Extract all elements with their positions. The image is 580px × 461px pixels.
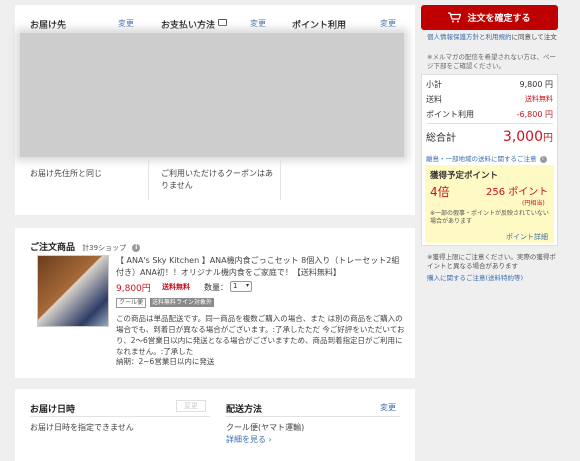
delivery-note: お届け先住所と同じ	[30, 169, 102, 178]
delivery-date-note: お届け日時を指定できません	[30, 423, 134, 432]
earn-title: 獲得予定ポイント	[430, 171, 499, 181]
points-detail-link[interactable]: ポイント詳細	[506, 232, 548, 242]
earn-note: ※一部の假事・ポイントが反映されていない場合があります	[430, 210, 549, 225]
product-delivery-time: 納期：2~6営業日以内に発送	[116, 357, 215, 366]
top-divider-1	[148, 158, 149, 200]
delivery-date-change-button: 変更	[176, 400, 206, 412]
privacy-consent: 個人情報保護方針と利用規約に同意して注文	[427, 33, 557, 42]
total-unit: 円	[543, 133, 553, 144]
delivery-header: お届け先	[30, 21, 67, 31]
purchase-notes-link[interactable]: 購入に関するご注意(送料特約等)	[427, 272, 523, 282]
points-change-link[interactable]: 変更	[380, 18, 396, 29]
card-icon	[218, 19, 227, 26]
mailmag-note: ※メルマガの配信を希望されない方は、ページ下部をご確認ください。	[427, 53, 556, 70]
info-icon: i	[539, 155, 547, 163]
earn-yen: (円相当)	[522, 200, 545, 207]
total-amount: 3,000円	[503, 129, 553, 145]
product-shipping: 送料無料	[162, 283, 190, 291]
total-value: 3,000	[502, 129, 543, 145]
delivery-date-header: お届け日時	[30, 405, 76, 415]
points-row: ポイント利用 -6,800 円	[426, 109, 553, 120]
subtotal-row: 小計 9,800 円	[426, 79, 553, 90]
payment-change-link[interactable]: 変更	[250, 18, 266, 29]
product-note: この商品は単品配送です。同一商品を複数ご購入の場合、また は別の商品をご購入の場…	[116, 314, 405, 356]
shipping-label: 送料	[426, 95, 442, 104]
cart-icon	[448, 12, 462, 23]
qty-select[interactable]: 1 ▾	[230, 281, 252, 292]
info-icon[interactable]: i	[132, 243, 141, 252]
order-header-label: ご注文商品	[30, 243, 76, 253]
points-header: ポイント利用	[292, 21, 347, 31]
free-shipping-excluded-tag: 送料無料ライン対象外	[150, 298, 215, 307]
remote-shipping-link[interactable]: 離島・一部地域の送料に関するご注意 i	[426, 153, 547, 163]
confirm-order-label: 注文を確定する	[467, 14, 531, 24]
privacy-link[interactable]: 個人情報保護方針と利用規約	[427, 33, 512, 41]
confirm-order-button[interactable]: 注文を確定する	[421, 5, 558, 30]
blurred-address-region	[20, 33, 404, 157]
shipping-method-header: 配送方法	[226, 405, 263, 415]
remote-shipping-label: 離島・一部地域の送料に関するご注意	[426, 155, 537, 163]
coupon-note: ご利用いただけるクーポンはありません	[161, 169, 273, 190]
earn-points: 256 ポイント	[486, 187, 549, 198]
top-divider-2	[280, 158, 281, 200]
points-value: -6,800 円	[516, 110, 553, 119]
privacy-text: に同意して注文	[511, 33, 557, 41]
product-image[interactable]	[37, 255, 109, 327]
qty-select-value: 1	[233, 282, 238, 290]
shipping-method-value: クール便(ヤマト運輸)	[226, 423, 305, 432]
chevron-right-icon: ›	[266, 435, 272, 444]
qty-label: 数量：	[204, 283, 228, 292]
cool-delivery-tag: クール便	[116, 298, 147, 308]
shipping-value: 送料無料	[525, 95, 553, 103]
subtotal-label: 小計	[426, 80, 442, 89]
delivery-date-divider	[30, 416, 210, 417]
shop-count: 計39ショップ	[82, 244, 127, 252]
product-title[interactable]: 【 ANA's Sky Kitchen 】ANA機内食ごっこセット 8個入り（ト…	[116, 255, 401, 279]
total-label: 総合計	[426, 133, 456, 144]
chevron-down-icon: ▾	[245, 282, 249, 289]
shipping-details-label: 詳細を見る	[226, 435, 266, 444]
delivery-change-link[interactable]: 変更	[118, 18, 134, 29]
product-price: 9,800円	[116, 284, 151, 294]
subtotal-value: 9,800 円	[519, 80, 553, 89]
shipping-method-change-link[interactable]: 変更	[380, 402, 396, 413]
summary-divider	[426, 123, 553, 124]
points-label: ポイント利用	[426, 110, 474, 119]
points-bottom-note: ※獲得上限にご注意ください。実際の獲得ポイントと異なる場合があります	[427, 253, 556, 270]
shipping-row: 送料 送料無料	[426, 94, 553, 105]
payment-header: お支払い方法	[161, 21, 216, 31]
earn-multiplier: 4倍	[430, 185, 450, 199]
shipping-method-divider	[226, 416, 400, 417]
order-header: ご注文商品 計39ショップ i	[30, 240, 141, 253]
total-row: 総合計 3,000円	[426, 129, 553, 145]
shipping-details-link[interactable]: 詳細を見る ›	[226, 434, 272, 445]
